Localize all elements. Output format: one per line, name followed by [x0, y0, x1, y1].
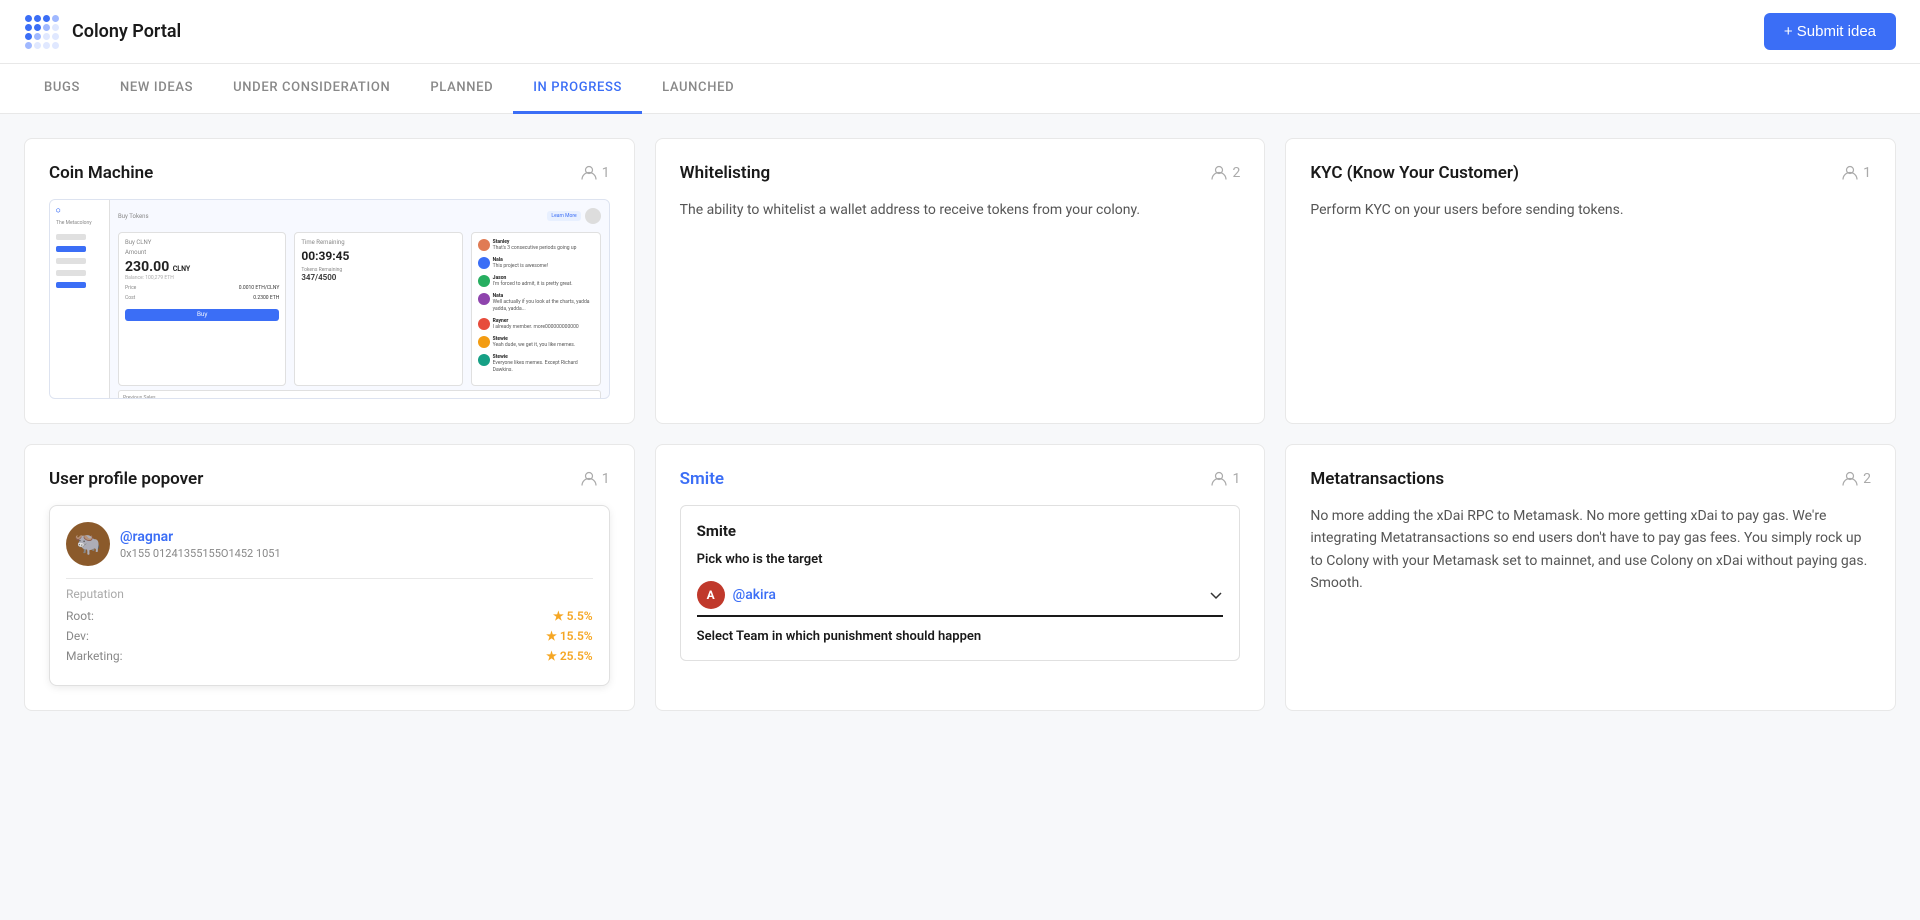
card-kyc-title: KYC (Know Your Customer): [1310, 163, 1519, 183]
cards-grid: Coin Machine 1 ⬡ The Metacolony: [24, 138, 1896, 711]
person-icon: [581, 165, 597, 181]
pp-rep-marketing-val: ★ 25.5%: [546, 649, 593, 663]
profile-popover-image: 🐃 @ragnar 0x155 01241355155O1452 1051 Re…: [49, 505, 610, 686]
card-smite-header: Smite 1: [680, 469, 1241, 489]
card-kyc-desc: Perform KYC on your users before sending…: [1310, 199, 1871, 221]
smite-user-avatar: A: [697, 581, 725, 609]
cm-tokens-val: 347/4500: [301, 273, 455, 282]
card-metatransactions-votes: 2: [1842, 471, 1871, 487]
logo-icon: [24, 14, 60, 50]
smite-inner-title: Smite: [697, 522, 1224, 540]
smite-target-label: Pick who is the target: [697, 552, 1224, 567]
card-user-profile-title: User profile popover: [49, 469, 203, 489]
card-smite-title: Smite: [680, 469, 724, 489]
pp-avatar: 🐃: [66, 522, 110, 566]
pp-rep-label: Reputation: [66, 587, 593, 601]
submit-idea-button[interactable]: + Submit idea: [1764, 13, 1896, 50]
card-metatransactions-title: Metatransactions: [1310, 469, 1444, 489]
cm-amount-val: 230.00 CLNY: [125, 259, 279, 275]
pp-rep-dev-val: ★ 15.5%: [546, 629, 593, 643]
person-icon: [1842, 471, 1858, 487]
smite-select-left: A @akira: [697, 581, 776, 609]
cm-buy-tokens-label: Buy Tokens: [118, 213, 543, 220]
cm-time-remaining-label: Time Remaining: [301, 239, 455, 246]
person-icon: [581, 471, 597, 487]
card-metatransactions-header: Metatransactions 2: [1310, 469, 1871, 489]
smite-team-label: Select Team in which punishment should h…: [697, 629, 1224, 644]
pp-divider: [66, 578, 593, 579]
cm-cost-val: 0.2300 ETH: [253, 295, 279, 301]
pp-rep-marketing-key: Marketing:: [66, 649, 123, 663]
tab-under-consideration[interactable]: UNDER CONSIDERATION: [213, 64, 410, 114]
card-coin-machine: Coin Machine 1 ⬡ The Metacolony: [24, 138, 635, 424]
card-whitelisting-votes: 2: [1211, 165, 1240, 181]
cm-price-label: Price: [125, 285, 136, 291]
person-icon: [1842, 165, 1858, 181]
smite-selected-user: @akira: [733, 587, 776, 603]
card-metatransactions-desc: No more adding the xDai RPC to Metamask.…: [1310, 505, 1871, 595]
person-icon: [1211, 471, 1227, 487]
cm-timer: 00:39:45: [301, 249, 455, 263]
cm-metacolony-label: The Metacolony: [56, 220, 103, 226]
pp-user-row: 🐃 @ragnar 0x155 01241355155O1452 1051: [66, 522, 593, 566]
cm-prev-sales: Previous Sales: [123, 395, 596, 399]
card-coin-machine-votes: 1: [581, 165, 610, 181]
cm-amount-label: Amount: [125, 249, 279, 256]
card-coin-machine-title: Coin Machine: [49, 163, 153, 183]
pp-username: @ragnar: [120, 529, 281, 545]
tab-planned[interactable]: PLANNED: [410, 64, 513, 114]
card-whitelisting-title: Whitelisting: [680, 163, 771, 183]
card-smite: Smite 1 Smite Pick who is the target A @…: [655, 444, 1266, 711]
card-user-profile-popover: User profile popover 1 🐃 @ragnar 0x155 0…: [24, 444, 635, 711]
chevron-down-icon: [1209, 588, 1223, 602]
header-left: Colony Portal: [24, 14, 181, 50]
cm-buy-button[interactable]: Buy: [125, 309, 279, 321]
card-whitelisting-header: Whitelisting 2: [680, 163, 1241, 183]
card-user-profile-header: User profile popover 1: [49, 469, 610, 489]
main-content: Coin Machine 1 ⬡ The Metacolony: [0, 114, 1920, 920]
pp-rep-marketing-row: Marketing: ★ 25.5%: [66, 649, 593, 663]
card-user-profile-votes: 1: [581, 471, 610, 487]
pp-rep-root-val: ★ 5.5%: [553, 609, 593, 623]
card-smite-votes: 1: [1211, 471, 1240, 487]
card-coin-machine-header: Coin Machine 1: [49, 163, 610, 183]
nav-tabs: BUGS NEW IDEAS UNDER CONSIDERATION PLANN…: [0, 64, 1920, 114]
card-kyc: KYC (Know Your Customer) 1 Perform KYC o…: [1285, 138, 1896, 424]
person-icon: [1211, 165, 1227, 181]
pp-address: 0x155 01241355155O1452 1051: [120, 547, 281, 560]
pp-rep-dev-key: Dev:: [66, 629, 89, 643]
pp-rep-root-row: Root: ★ 5.5%: [66, 609, 593, 623]
card-whitelisting-desc: The ability to whitelist a wallet addres…: [680, 199, 1241, 221]
card-metatransactions: Metatransactions 2 No more adding the xD…: [1285, 444, 1896, 711]
cm-balance: Balance: 100,279 ETH: [125, 275, 279, 281]
card-kyc-header: KYC (Know Your Customer) 1: [1310, 163, 1871, 183]
pp-rep-dev-row: Dev: ★ 15.5%: [66, 629, 593, 643]
smite-inner: Smite Pick who is the target A @akira Se…: [680, 505, 1241, 661]
cm-price-val: 0.0010 ETH/CLNY: [239, 285, 280, 291]
tab-bugs[interactable]: BUGS: [24, 64, 100, 114]
cm-learn-more: Learn More: [547, 211, 580, 221]
tab-new-ideas[interactable]: NEW IDEAS: [100, 64, 213, 114]
smite-user-select[interactable]: A @akira: [697, 575, 1224, 617]
card-whitelisting: Whitelisting 2 The ability to whitelist …: [655, 138, 1266, 424]
tab-in-progress[interactable]: IN PROGRESS: [513, 64, 642, 114]
card-kyc-votes: 1: [1842, 165, 1871, 181]
app-title: Colony Portal: [72, 21, 181, 42]
coin-machine-image: ⬡ The Metacolony Buy Tokens Learn More: [49, 199, 610, 399]
cm-buy-clny-label: Buy CLNY: [125, 239, 279, 246]
app-header: Colony Portal + Submit idea: [0, 0, 1920, 64]
tab-launched[interactable]: LAUNCHED: [642, 64, 754, 114]
smite-content: Smite Pick who is the target A @akira Se…: [680, 505, 1241, 661]
pp-rep-root-key: Root:: [66, 609, 94, 623]
cm-cost-label: Cost: [125, 295, 135, 301]
